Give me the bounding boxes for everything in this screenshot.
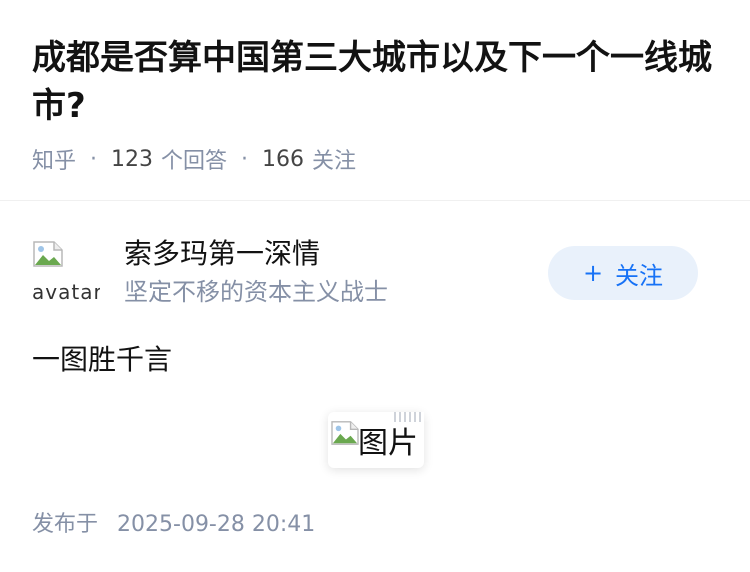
answer-image[interactable]: 图片 [328,412,424,468]
image-alt-text: 图片 [358,426,418,461]
follow-button-label: 关注 [615,261,664,290]
author-name[interactable]: 索多玛第一深情 [124,236,320,272]
question-meta: 知乎 · 123 个回答 · 166 关注 [32,142,356,176]
follower-count: 166 [262,146,305,172]
answer-text: 一图胜千言 [32,343,173,376]
broken-image-icon [33,241,63,267]
divider [0,200,750,201]
publish-info: 发布于 2025-09-28 20:41 [32,506,315,538]
avatar[interactable]: avatar [32,240,100,308]
follower-count-label: 关注 [312,149,357,174]
avatar-alt-text: avatar [32,280,100,304]
question-title[interactable]: 成都是否算中国第三大城市以及下一个一线城市? [32,34,722,130]
answer-count: 123 [111,146,154,172]
author-bio: 坚定不移的资本主义战士 [124,278,388,306]
publish-label: 发布于 [32,512,99,537]
image-loading-bars [394,412,424,422]
answer-count-label: 个回答 [161,149,228,174]
follow-button[interactable]: + 关注 [548,246,698,300]
plus-icon: + [582,259,604,287]
publish-time: 2025-09-28 20:41 [117,512,316,537]
separator-dot: · [90,146,98,172]
broken-image-icon [331,421,359,445]
source-label[interactable]: 知乎 [32,143,76,175]
separator-dot: · [241,146,249,172]
